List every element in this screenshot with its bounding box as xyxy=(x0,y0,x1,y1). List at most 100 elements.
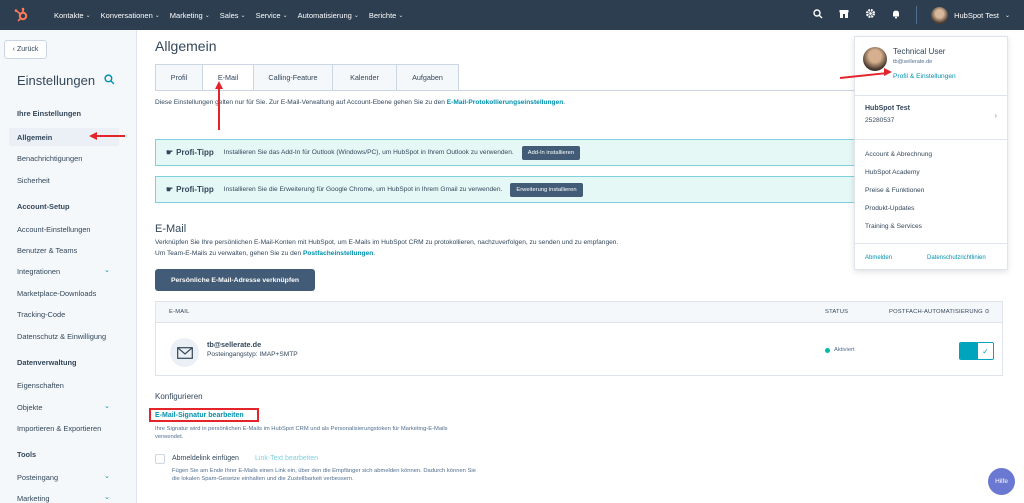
tab-aufgaben[interactable]: Aufgaben xyxy=(397,64,459,91)
pointer-hand-icon: ☛ xyxy=(166,148,174,157)
nav-konversationen[interactable]: Konversationen ⌄ xyxy=(101,11,160,20)
menu-item-account-billing[interactable]: Account & Abrechnung xyxy=(865,151,932,158)
nav-label: Marketing xyxy=(169,10,203,20)
email-logging-settings-link[interactable]: E-Mail-Protokollierungseinstellungen xyxy=(447,99,564,106)
tab-calling-feature[interactable]: Calling-Feature xyxy=(254,64,333,91)
hubspot-logo-icon[interactable] xyxy=(10,4,32,26)
tip-label-text: Profi-Tipp xyxy=(176,148,214,157)
sidebar-item-objekte[interactable]: Objekte xyxy=(17,403,42,412)
sidebar-item-benachrichtigungen[interactable]: Benachrichtigungen xyxy=(17,154,82,163)
sidebar-item-marketing[interactable]: Marketing xyxy=(17,494,49,503)
tab-profil[interactable]: Profil xyxy=(155,64,203,91)
back-button[interactable]: ‹ Zurück xyxy=(4,40,47,59)
install-addin-button[interactable]: Add-In installieren xyxy=(521,145,581,160)
menu-item-academy[interactable]: HubSpot Academy xyxy=(865,169,920,176)
nav-service[interactable]: Service ⌄ xyxy=(256,11,288,20)
nav-label: Sales xyxy=(219,10,239,20)
chevron-down-icon[interactable]: ⌄ xyxy=(104,266,110,274)
tab-kalender[interactable]: Kalender xyxy=(333,64,397,91)
main-menu: Kontakte ⌄ Konversationen ⌄ Marketing ⌄ Sal… xyxy=(54,11,403,20)
pointer-hand-icon: ☛ xyxy=(166,185,174,194)
profile-settings-link[interactable]: Profil & Einstellungen xyxy=(893,73,956,80)
nav-label: Berichte xyxy=(368,10,397,20)
sidebar-heading-datenverwaltung: Datenverwaltung xyxy=(17,358,77,367)
sidebar-item-marketplace-downloads[interactable]: Marketplace-Downloads xyxy=(17,289,96,298)
email-address: tb@sellerate.de xyxy=(207,340,262,349)
sidebar-item-tracking-code[interactable]: Tracking-Code xyxy=(17,310,65,319)
chevron-down-icon: ⌄ xyxy=(154,12,160,19)
nav-divider xyxy=(916,6,918,24)
chevron-down-icon: ⌄ xyxy=(353,12,359,19)
check-icon: ✓ xyxy=(978,343,993,359)
sidebar-item-benutzer-teams[interactable]: Benutzer & Teams xyxy=(17,246,77,255)
sidebar-item-eigenschaften[interactable]: Eigenschaften xyxy=(17,381,64,390)
info-end: . xyxy=(563,99,566,106)
edit-link-text-link[interactable]: Link-Text bearbeiten xyxy=(255,455,318,462)
logout-link[interactable]: Abmelden xyxy=(865,255,892,261)
arrow-head xyxy=(215,81,223,89)
inbox-automation-toggle[interactable]: ✓ xyxy=(959,342,994,360)
tip-text: Installieren Sie die Erweiterung für Goo… xyxy=(223,186,503,193)
pro-tip-outlook: ☛ Profi-Tipp Installieren Sie das Add-In … xyxy=(155,139,855,166)
help-button[interactable]: Hilfe xyxy=(988,468,1015,495)
notifications-bell-icon[interactable] xyxy=(890,9,902,22)
inbox-settings-link[interactable]: Postfacheinstellungen xyxy=(303,250,373,257)
arrow-head xyxy=(884,68,892,76)
chevron-down-icon[interactable]: ⌄ xyxy=(104,493,110,501)
account-menu[interactable]: HubSpot Test ⌄ xyxy=(931,6,1010,24)
search-icon[interactable] xyxy=(104,74,115,88)
status-badge: Aktiviert xyxy=(834,347,855,353)
top-navigation: Kontakte ⌄ Konversationen ⌄ Marketing ⌄ Sal… xyxy=(0,0,1024,30)
sidebar-heading-account-setup: Account-Setup xyxy=(17,202,70,211)
marketplace-icon[interactable] xyxy=(838,9,850,22)
nav-automatisierung[interactable]: Automatisierung ⌄ xyxy=(298,11,359,20)
menu-item-pricing[interactable]: Preise & Funktionen xyxy=(865,187,924,194)
nav-berichte[interactable]: Berichte ⌄ xyxy=(369,11,404,20)
annotation-highlight-box xyxy=(149,408,259,422)
privacy-policy-link[interactable]: Datenschutzrichtlinien xyxy=(927,255,986,261)
email-accounts-table: E-MAIL STATUS POSTFACH-AUTOMATISIERUNG ⊙… xyxy=(155,301,1003,376)
sidebar-item-integrationen[interactable]: Integrationen xyxy=(17,267,60,276)
nav-kontakte[interactable]: Kontakte ⌄ xyxy=(54,11,91,20)
sidebar-item-datenschutz[interactable]: Datenschutz & Einwilligung xyxy=(17,332,106,341)
menu-item-product-updates[interactable]: Produkt-Updates xyxy=(865,205,914,212)
sidebar-item-sicherheit[interactable]: Sicherheit xyxy=(17,176,50,185)
desc-text: Verknüpfen Sie Ihre persönlichen E-Mail-… xyxy=(155,239,619,257)
page-title: Allgemein xyxy=(155,38,217,54)
tip-label-text: Profi-Tipp xyxy=(176,185,214,194)
tabs-divider xyxy=(155,90,855,91)
search-icon[interactable] xyxy=(812,8,824,22)
sidebar-item-account-einstellungen[interactable]: Account-Einstellungen xyxy=(17,225,91,234)
sidebar-item-allgemein[interactable]: Allgemein xyxy=(17,133,52,142)
chevron-down-icon[interactable]: ⌄ xyxy=(104,402,110,410)
desc-end: . xyxy=(373,250,376,257)
chevron-down-icon: ⌄ xyxy=(282,12,288,19)
status-dot xyxy=(825,348,830,353)
header-label: POSTFACH-AUTOMATISIERUNG xyxy=(889,309,983,315)
chevron-down-icon: ⌄ xyxy=(240,12,246,19)
tab-email[interactable]: E-Mail xyxy=(203,64,254,91)
toggle-on-area xyxy=(960,343,978,359)
email-section-title: E-Mail xyxy=(155,223,187,235)
connect-email-button[interactable]: Persönliche E-Mail-Adresse verknüpfen xyxy=(155,269,315,291)
divider xyxy=(855,95,1007,96)
nav-label: Kontakte xyxy=(54,10,84,20)
info-icon[interactable]: ⊙ xyxy=(985,309,990,315)
nav-marketing[interactable]: Marketing ⌄ xyxy=(170,11,210,20)
unsubscribe-link-checkbox[interactable] xyxy=(155,454,165,464)
column-header-status: STATUS xyxy=(825,309,849,315)
sidebar-item-importieren-exportieren[interactable]: Importieren & Exportieren xyxy=(17,424,101,433)
chevron-right-icon: › xyxy=(994,111,997,120)
sidebar-heading-tools: Tools xyxy=(17,450,37,459)
chevron-down-icon[interactable]: ⌄ xyxy=(104,472,110,480)
column-header-automation: POSTFACH-AUTOMATISIERUNG ⊙ xyxy=(889,309,990,315)
menu-item-training[interactable]: Training & Services xyxy=(865,223,922,230)
user-email: tb@sellerate.de xyxy=(893,59,933,65)
settings-gear-icon[interactable] xyxy=(864,8,876,22)
install-extension-button[interactable]: Erweiterung installieren xyxy=(510,182,583,197)
chevron-left-icon: ‹ xyxy=(12,46,15,53)
settings-tabs: Profil E-Mail Calling-Feature Kalender A… xyxy=(155,64,459,91)
sidebar-item-posteingang[interactable]: Posteingang xyxy=(17,473,58,482)
unsubscribe-description: Fügen Sie am Ende Ihrer E-Mails einen Li… xyxy=(172,468,476,482)
nav-sales[interactable]: Sales ⌄ xyxy=(220,11,246,20)
